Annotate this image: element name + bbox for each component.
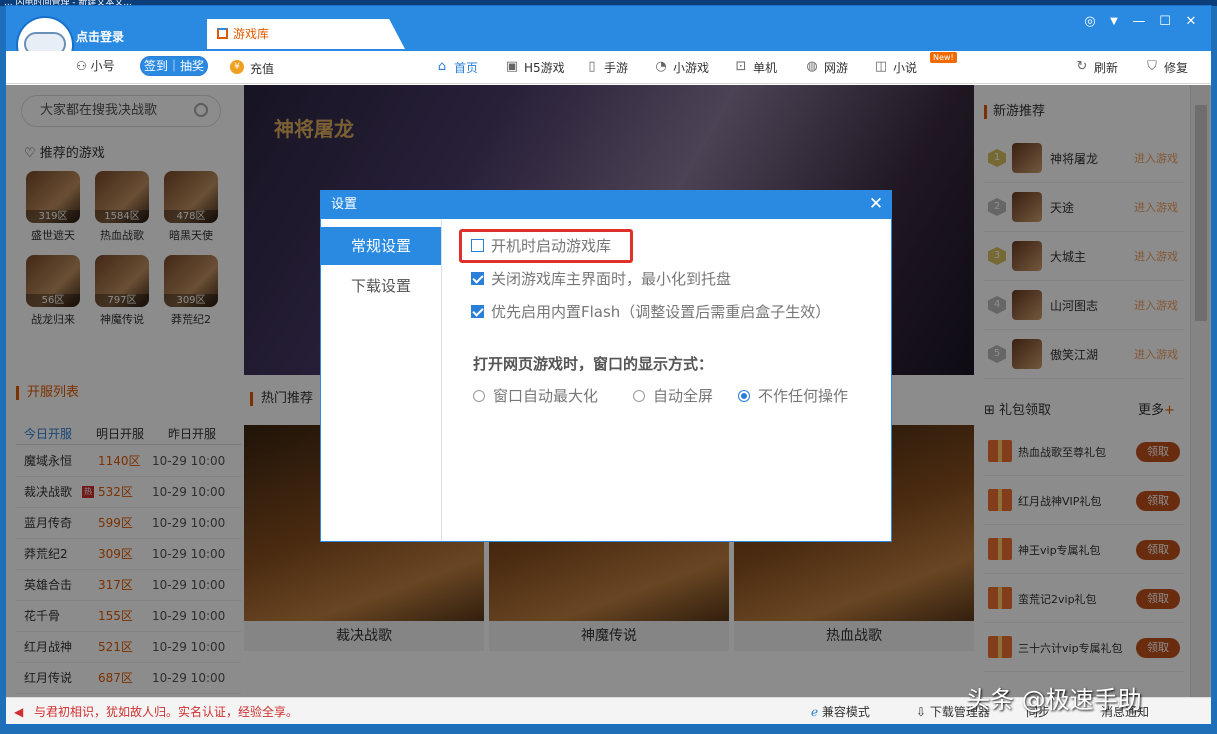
nav-h5[interactable]: ▣ H5游戏: [504, 59, 565, 77]
tab-game-library[interactable]: 游戏库: [207, 19, 405, 49]
refresh-icon: ↻: [1076, 59, 1088, 74]
ie-icon: ℯ: [811, 705, 822, 719]
login-link[interactable]: 点击登录: [76, 28, 124, 45]
notice-text: 与君初相识，犹如故人归。实名认证，经验全享。: [34, 705, 299, 719]
nav-label: 首页: [454, 61, 479, 75]
window-mode-title: 打开网页游戏时，窗口的显示方式：: [473, 355, 714, 373]
radio-no-action[interactable]: 不作任何操作: [738, 386, 848, 406]
radio-auto-maximize[interactable]: 窗口自动最大化: [473, 386, 598, 406]
settings-sidebar: 常规设置 下载设置: [321, 219, 442, 541]
radio-label: 窗口自动最大化: [493, 387, 599, 405]
option-label: 优先启用内置Flash（调整设置后需重启盒子生效）: [491, 303, 831, 321]
compat-label: 兼容模式: [821, 705, 870, 719]
nav-label: 网游: [824, 61, 849, 75]
builtin-flash-checkbox[interactable]: 优先启用内置Flash（调整设置后需重启盒子生效）: [471, 302, 830, 322]
option-label: 开机时启动游戏库: [491, 237, 612, 255]
nav-mobile[interactable]: ▯ 手游: [584, 59, 628, 77]
nav-novel[interactable]: ◫ 小说: [873, 59, 917, 77]
small-account-link[interactable]: ⚇ 小号: [76, 57, 115, 74]
game-library-window: 点击登录 游戏库 ◎ ▼ — ☐ ✕ ⌂ 首页 ▣ H5游戏 ▯ 手游 ◔ 小游戏 ⊡ 单…: [5, 5, 1212, 725]
recharge-label: 充值: [250, 62, 275, 76]
radio-label: 不作任何操作: [758, 387, 849, 405]
nav-label: H5游戏: [524, 61, 565, 75]
pacman-icon: ◔: [655, 59, 667, 74]
repair-button[interactable]: ⛉ 修复: [1144, 59, 1188, 77]
radio[interactable]: [633, 390, 645, 402]
refresh-button[interactable]: ↻ 刷新: [1074, 59, 1118, 77]
radio-label: 自动全屏: [653, 387, 714, 405]
globe-icon: ◍: [806, 59, 818, 74]
maximize-icon[interactable]: ☐: [1154, 11, 1176, 33]
home-icon: ⌂: [437, 59, 447, 74]
shield-icon: ⛉: [1147, 59, 1157, 74]
nav-mini-games[interactable]: ◔ 小游戏: [653, 59, 709, 77]
minimize-tray-checkbox[interactable]: 关闭游戏库主界面时，最小化到托盘: [471, 269, 731, 289]
checkbox[interactable]: [471, 272, 484, 285]
radio[interactable]: [738, 390, 750, 402]
watermark: 头条 @极速手助: [966, 686, 1142, 714]
menu-dropdown-icon[interactable]: ▼: [1103, 11, 1125, 33]
download-icon: ⇩: [916, 705, 930, 719]
minimize-icon[interactable]: —: [1128, 11, 1150, 33]
user-icon: ⚇: [76, 59, 91, 73]
h5-icon: ▣: [505, 59, 519, 74]
book-icon: ◫: [874, 59, 888, 74]
signin-lottery-button[interactable]: 签到｜抽奖: [140, 56, 208, 76]
refresh-label: 刷新: [1094, 61, 1119, 75]
nav-home[interactable]: ⌂ 首页: [434, 59, 478, 77]
tab-general-settings[interactable]: 常规设置: [321, 227, 441, 265]
startup-checkbox[interactable]: 开机时启动游戏库: [471, 236, 611, 256]
home-icon: [217, 28, 228, 39]
coin-icon: ¥: [230, 60, 244, 74]
nav-label: 单机: [753, 61, 778, 75]
skin-icon[interactable]: ◎: [1079, 11, 1101, 33]
new-badge: New!: [930, 52, 957, 63]
recharge-button[interactable]: ¥ 充值: [230, 60, 274, 77]
option-label: 关闭游戏库主界面时，最小化到托盘: [491, 270, 732, 288]
nav-online[interactable]: ◍ 网游: [804, 59, 848, 77]
radio[interactable]: [473, 390, 485, 402]
checkbox[interactable]: [471, 239, 484, 252]
speaker-icon: ◀: [14, 705, 24, 719]
tab-label: 游戏库: [233, 27, 270, 41]
nav-single[interactable]: ⊡ 单机: [733, 59, 777, 77]
tab-download-settings[interactable]: 下载设置: [321, 267, 441, 305]
small-account-label: 小号: [90, 59, 115, 73]
settings-dialog: 设置 ✕ 常规设置 下载设置 开机时启动游戏库 关闭游戏库主界面时，最小化到托盘…: [320, 190, 892, 542]
nav-label: 小说: [893, 61, 918, 75]
close-icon[interactable]: ✕: [1180, 11, 1202, 33]
dialog-title: 设置: [321, 191, 891, 219]
radio-fullscreen[interactable]: 自动全屏: [633, 386, 713, 406]
gamepad-icon: ⊡: [735, 59, 747, 74]
nav-label: 手游: [604, 61, 629, 75]
phone-icon: ▯: [588, 59, 596, 74]
checkbox[interactable]: [471, 305, 484, 318]
repair-label: 修复: [1164, 61, 1189, 75]
compat-mode-button[interactable]: ℯ 兼容模式: [811, 698, 870, 724]
close-icon[interactable]: ✕: [865, 193, 887, 215]
nav-label: 小游戏: [673, 61, 710, 75]
